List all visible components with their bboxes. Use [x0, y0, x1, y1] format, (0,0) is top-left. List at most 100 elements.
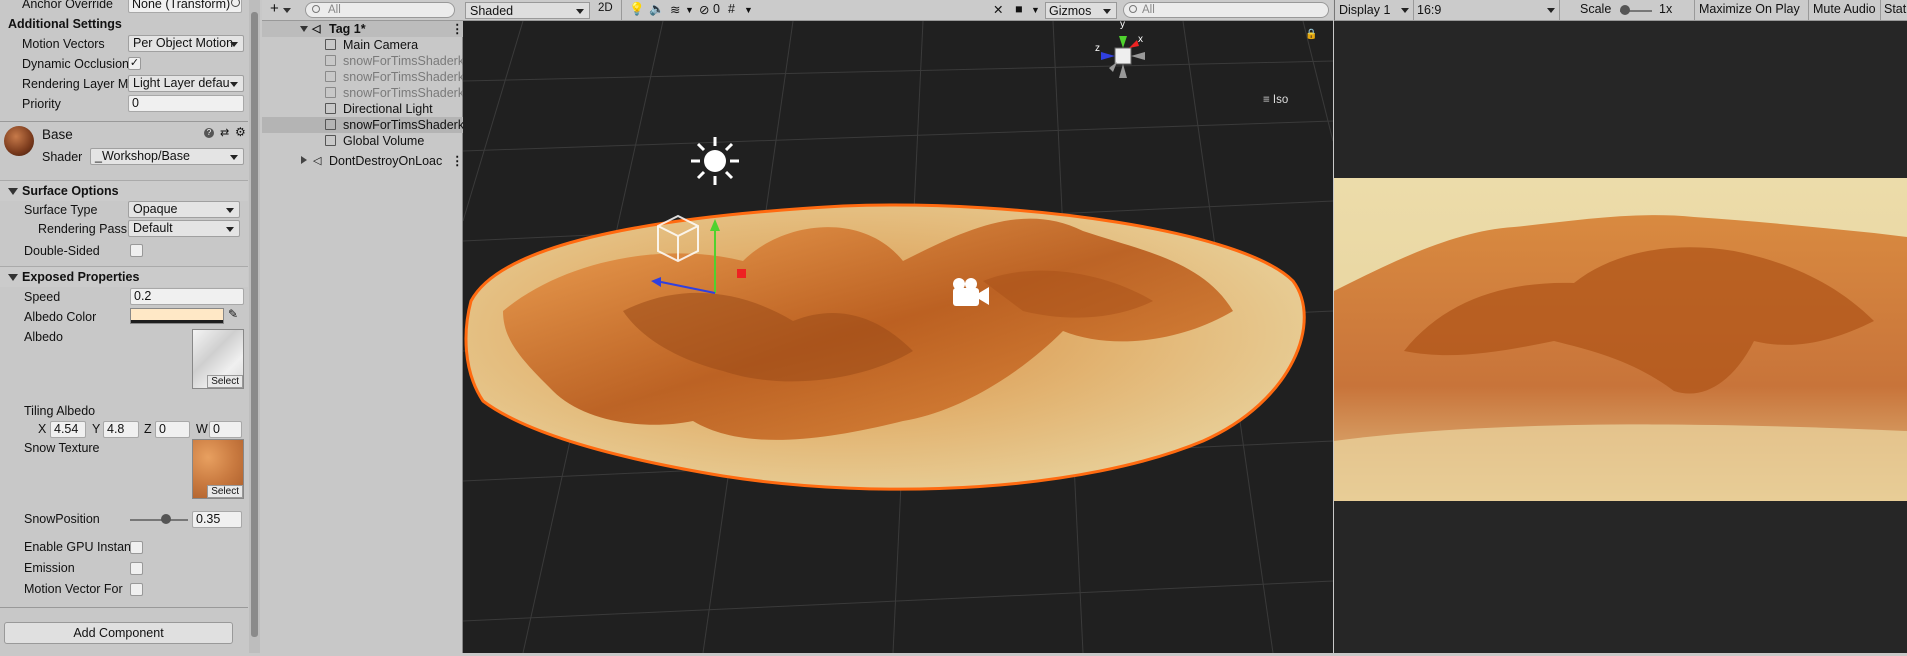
motion-vector-for-label: Motion Vector For — [24, 582, 123, 596]
hierarchy-item-label: snowForTimsShaderk — [343, 86, 463, 100]
tools-icon[interactable]: ✕ — [993, 2, 1003, 17]
tiling-x-field[interactable]: 4.54 — [50, 421, 86, 438]
directional-light-icon[interactable] — [691, 137, 739, 185]
speed-field[interactable]: 0.2 — [130, 288, 244, 305]
chevron-down-icon[interactable]: ▼ — [1031, 5, 1040, 15]
hierarchy-item[interactable]: Main Camera — [262, 37, 463, 53]
surface-options-header[interactable]: Surface Options — [0, 180, 248, 201]
x-axis-handle[interactable] — [737, 269, 746, 278]
audio-toggle-icon[interactable]: 🔈 — [649, 2, 665, 17]
collapse-icon[interactable] — [301, 156, 307, 164]
game-render-svg — [1334, 178, 1907, 501]
gameobject-cube-icon — [325, 119, 336, 130]
iso-toggle[interactable]: ≡ Iso — [1263, 94, 1288, 106]
scale-slider-knob[interactable] — [1620, 5, 1630, 15]
preset-icon[interactable]: ⇄ — [220, 126, 229, 139]
tiling-y-label: Y — [92, 422, 101, 436]
camera-settings-icon[interactable]: ■ — [1015, 2, 1023, 16]
dontdestroy-menu-icon[interactable]: ⋮ — [451, 153, 463, 169]
priority-field[interactable]: 0 — [128, 95, 244, 112]
scene-search-input[interactable]: All — [1123, 2, 1329, 18]
maximize-on-play-toggle[interactable]: Maximize On Play — [1699, 2, 1800, 16]
inspector-scrollbar[interactable] — [249, 0, 260, 653]
snow-select-button[interactable]: Select — [207, 485, 243, 498]
hidden-objects-icon[interactable]: ⊘ — [699, 2, 709, 17]
aspect-dropdown[interactable]: 16:9 — [1415, 2, 1555, 19]
eyedropper-icon[interactable]: ✎ — [228, 307, 238, 321]
dontdestroy-row[interactable]: ◁ DontDestroyOnLoac ⋮ — [262, 153, 463, 169]
hierarchy-item[interactable]: Global Volume — [262, 133, 463, 149]
divider — [1808, 0, 1809, 21]
tiling-w-label: W — [196, 422, 208, 436]
mute-audio-toggle[interactable]: Mute Audio — [1813, 2, 1876, 16]
motion-vectors-dropdown[interactable]: Per Object Motion — [128, 35, 244, 52]
divider — [0, 121, 248, 122]
surface-type-dropdown[interactable]: Opaque — [128, 201, 240, 218]
grid-toggle-icon[interactable]: # — [728, 2, 735, 16]
gear-icon[interactable]: ⚙ — [235, 125, 246, 139]
scene-toolbar: Shaded 2D 💡 🔈 ≋ ▼ ⊘ 0 # ▼ ✕ ■ ▼ Gizmos A… — [463, 0, 1333, 21]
snow-position-slider-knob[interactable] — [161, 514, 172, 524]
albedo-color-swatch[interactable] — [130, 308, 224, 324]
lock-icon[interactable]: 🔒 — [1305, 29, 1317, 40]
search-icon — [1129, 5, 1137, 13]
albedo-select-button[interactable]: Select — [207, 375, 243, 388]
2d-toggle[interactable]: 2D — [598, 2, 613, 14]
add-component-button[interactable]: Add Component — [4, 622, 233, 644]
snow-position-slider-track[interactable] — [130, 519, 188, 521]
dontdestroy-label: DontDestroyOnLoac — [329, 154, 443, 168]
snow-position-field[interactable]: 0.35 — [192, 511, 242, 528]
snow-position-label: SnowPosition — [24, 512, 100, 526]
orientation-gizmo[interactable]: y x z — [1093, 21, 1153, 86]
shading-mode-dropdown[interactable]: Shaded — [465, 2, 590, 19]
chevron-down-icon[interactable]: ▼ — [744, 5, 753, 15]
hierarchy-item[interactable]: snowForTimsShaderk — [262, 69, 463, 85]
add-button[interactable]: + — [270, 0, 279, 17]
divider — [1559, 0, 1560, 21]
anchor-override-field[interactable]: None (Transform) — [128, 0, 242, 13]
rendering-pass-dropdown[interactable]: Default — [128, 220, 240, 237]
divider — [1413, 0, 1414, 21]
scrollbar-thumb[interactable] — [251, 12, 258, 637]
albedo-texture-slot[interactable]: Select — [192, 329, 244, 389]
hierarchy-item[interactable]: snowForTimsShaderk — [262, 85, 463, 101]
enable-gpu-instancing-checkbox[interactable] — [130, 541, 143, 554]
double-sided-checkbox[interactable] — [130, 244, 143, 257]
gizmos-dropdown[interactable]: Gizmos — [1045, 2, 1117, 19]
scene-viewport-svg[interactable] — [463, 21, 1333, 653]
scene-view[interactable]: y x z 🔒 ≡ Iso — [463, 21, 1333, 653]
hierarchy-toolbar: + All — [262, 0, 463, 21]
hierarchy-search-input[interactable]: All — [305, 2, 455, 18]
tiling-z-field[interactable]: 0 — [155, 421, 190, 438]
tiling-y-field[interactable]: 4.8 — [103, 421, 139, 438]
chevron-down-icon — [1547, 8, 1555, 13]
gameobject-cube-icon — [325, 55, 336, 66]
hierarchy-item-label: snowForTimsShaderk — [343, 118, 463, 132]
add-dropdown-icon[interactable] — [283, 8, 291, 13]
exposed-properties-header[interactable]: Exposed Properties — [0, 266, 248, 287]
scene-row[interactable]: ◁ Tag 1* ⋮ — [262, 21, 463, 37]
stats-toggle[interactable]: Stat — [1884, 2, 1906, 16]
hierarchy-item[interactable]: Directional Light — [262, 101, 463, 117]
display-dropdown[interactable]: Display 1 — [1337, 2, 1409, 19]
rendering-layer-dropdown[interactable]: Light Layer defau — [128, 75, 244, 92]
help-icon[interactable]: ? — [204, 128, 214, 138]
emission-checkbox[interactable] — [130, 562, 143, 575]
shader-dropdown[interactable]: _Workshop/Base — [90, 148, 244, 165]
chevron-down-icon[interactable]: ▼ — [685, 5, 694, 15]
dynamic-occlusion-checkbox[interactable]: ✓ — [128, 57, 141, 70]
tiling-w-field[interactable]: 0 — [209, 421, 242, 438]
game-view[interactable] — [1334, 21, 1907, 653]
axis-z-label: z — [1095, 43, 1100, 54]
inspector-panel: Anchor Override None (Transform) Additio… — [0, 0, 253, 653]
expand-icon[interactable] — [300, 26, 308, 32]
scene-menu-icon[interactable]: ⋮ — [451, 21, 463, 37]
hierarchy-item[interactable]: snowForTimsShaderk — [262, 53, 463, 69]
lighting-toggle-icon[interactable]: 💡 — [629, 2, 645, 17]
hierarchy-item[interactable]: snowForTimsShaderk — [262, 117, 463, 133]
snow-texture-slot[interactable]: Select — [192, 439, 244, 499]
snow-texture-label: Snow Texture — [24, 441, 100, 455]
effects-toggle-icon[interactable]: ≋ — [670, 2, 680, 17]
motion-vector-for-checkbox[interactable] — [130, 583, 143, 596]
surface-type-label: Surface Type — [24, 203, 98, 217]
